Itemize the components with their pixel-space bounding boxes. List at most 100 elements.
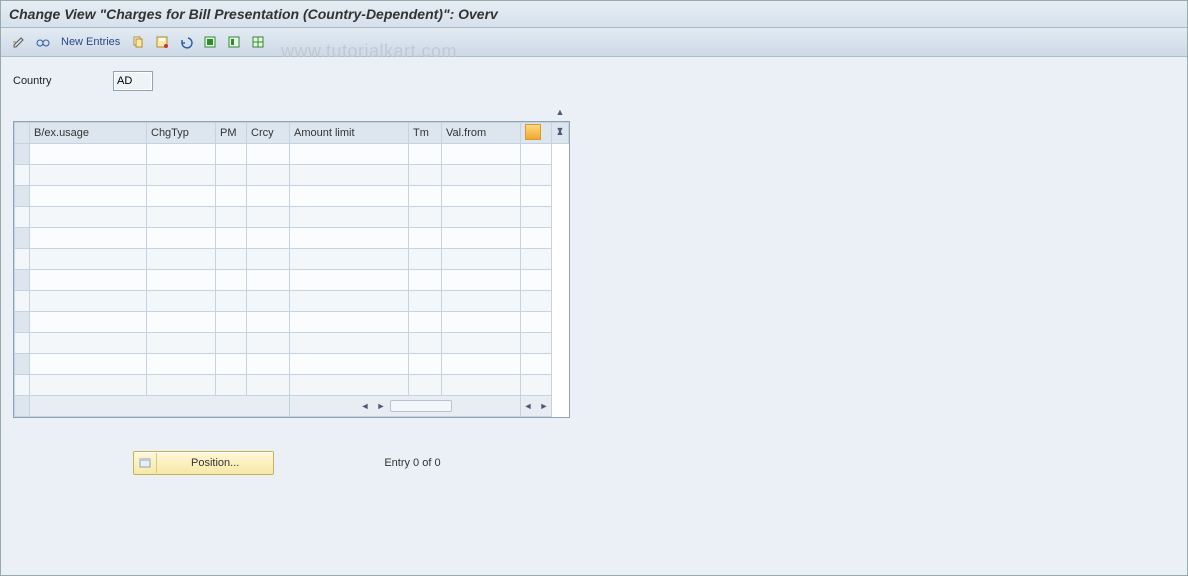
cell-pm[interactable] (216, 270, 247, 291)
deselect-all-icon[interactable] (248, 32, 268, 52)
table-row[interactable] (15, 165, 569, 186)
row-selector[interactable] (15, 270, 30, 291)
cell-valfrom[interactable] (442, 375, 521, 396)
cell-amount[interactable] (290, 186, 409, 207)
row-selector[interactable] (15, 207, 30, 228)
cell-valfrom[interactable] (442, 270, 521, 291)
cell-chgtyp[interactable] (147, 291, 216, 312)
row-selector[interactable] (15, 165, 30, 186)
cell-bex[interactable] (30, 312, 147, 333)
row-selector[interactable] (15, 354, 30, 375)
glasses-icon[interactable] (33, 32, 53, 52)
cell-chgtyp[interactable] (147, 228, 216, 249)
table-row[interactable] (15, 375, 569, 396)
cell-pm[interactable] (216, 354, 247, 375)
cell-chgtyp[interactable] (147, 144, 216, 165)
cell-bex[interactable] (30, 228, 147, 249)
cell-crcy[interactable] (247, 228, 290, 249)
cell-bex[interactable] (30, 186, 147, 207)
row-selector[interactable] (15, 333, 30, 354)
cell-crcy[interactable] (247, 249, 290, 270)
select-block-icon[interactable] (224, 32, 244, 52)
cell-bex[interactable] (30, 270, 147, 291)
cell-amount[interactable] (290, 207, 409, 228)
table-row[interactable] (15, 186, 569, 207)
cell-amount[interactable] (290, 291, 409, 312)
horizontal-scrollbar[interactable]: ◄ ► (290, 399, 520, 413)
table-row[interactable] (15, 249, 569, 270)
table-row[interactable] (15, 333, 569, 354)
cell-bex[interactable] (30, 144, 147, 165)
cell-chgtyp[interactable] (147, 165, 216, 186)
cell-amount[interactable] (290, 333, 409, 354)
undo-icon[interactable] (176, 32, 196, 52)
cell-pm[interactable] (216, 249, 247, 270)
cell-valfrom[interactable] (442, 207, 521, 228)
cell-crcy[interactable] (247, 291, 290, 312)
cell-crcy[interactable] (247, 375, 290, 396)
cell-tm[interactable] (409, 207, 442, 228)
cell-amount[interactable] (290, 249, 409, 270)
table-row[interactable] (15, 228, 569, 249)
cell-amount[interactable] (290, 375, 409, 396)
table-settings-icon[interactable] (525, 124, 541, 140)
cell-bex[interactable] (30, 291, 147, 312)
vertical-scrollbar[interactable]: ▲ ▲ ▼ (552, 123, 569, 144)
cell-bex[interactable] (30, 165, 147, 186)
cell-crcy[interactable] (247, 144, 290, 165)
cell-crcy[interactable] (247, 186, 290, 207)
scroll-right-icon[interactable]: ► (374, 399, 388, 413)
cell-valfrom[interactable] (442, 312, 521, 333)
cell-amount[interactable] (290, 228, 409, 249)
col-amount-limit[interactable]: Amount limit (290, 123, 409, 144)
cell-tm[interactable] (409, 165, 442, 186)
scroll-left-icon[interactable]: ◄ (358, 399, 372, 413)
col-bex-usage[interactable]: B/ex.usage (30, 123, 147, 144)
cell-pm[interactable] (216, 228, 247, 249)
cell-chgtyp[interactable] (147, 375, 216, 396)
row-selector[interactable] (15, 375, 30, 396)
cell-crcy[interactable] (247, 207, 290, 228)
cell-tm[interactable] (409, 291, 442, 312)
cell-bex[interactable] (30, 249, 147, 270)
col-chgtyp[interactable]: ChgTyp (147, 123, 216, 144)
cell-tm[interactable] (409, 249, 442, 270)
cell-amount[interactable] (290, 312, 409, 333)
scroll-down-icon[interactable]: ▼ (553, 123, 567, 137)
row-selector[interactable] (15, 144, 30, 165)
cell-pm[interactable] (216, 207, 247, 228)
cell-crcy[interactable] (247, 165, 290, 186)
cell-valfrom[interactable] (442, 144, 521, 165)
copy-icon[interactable] (128, 32, 148, 52)
row-selector[interactable] (15, 312, 30, 333)
cell-pm[interactable] (216, 312, 247, 333)
cell-chgtyp[interactable] (147, 186, 216, 207)
row-selector[interactable] (15, 186, 30, 207)
col-tm[interactable]: Tm (409, 123, 442, 144)
cell-pm[interactable] (216, 165, 247, 186)
cell-bex[interactable] (30, 333, 147, 354)
table-row[interactable] (15, 312, 569, 333)
cell-crcy[interactable] (247, 333, 290, 354)
cell-bex[interactable] (30, 375, 147, 396)
scroll-right2-icon[interactable]: ► (537, 399, 551, 413)
new-entries-button[interactable]: New Entries (57, 36, 124, 48)
cell-valfrom[interactable] (442, 186, 521, 207)
cell-pm[interactable] (216, 186, 247, 207)
configure-columns-button[interactable] (521, 123, 552, 144)
cell-pm[interactable] (216, 333, 247, 354)
row-selector[interactable] (15, 249, 30, 270)
cell-tm[interactable] (409, 270, 442, 291)
cell-bex[interactable] (30, 207, 147, 228)
cell-tm[interactable] (409, 354, 442, 375)
cell-tm[interactable] (409, 312, 442, 333)
cell-chgtyp[interactable] (147, 270, 216, 291)
select-all-icon[interactable] (200, 32, 220, 52)
save-variant-icon[interactable] (152, 32, 172, 52)
cell-pm[interactable] (216, 144, 247, 165)
table-row[interactable] (15, 291, 569, 312)
cell-valfrom[interactable] (442, 291, 521, 312)
table-row[interactable] (15, 207, 569, 228)
table-row[interactable] (15, 354, 569, 375)
cell-tm[interactable] (409, 333, 442, 354)
